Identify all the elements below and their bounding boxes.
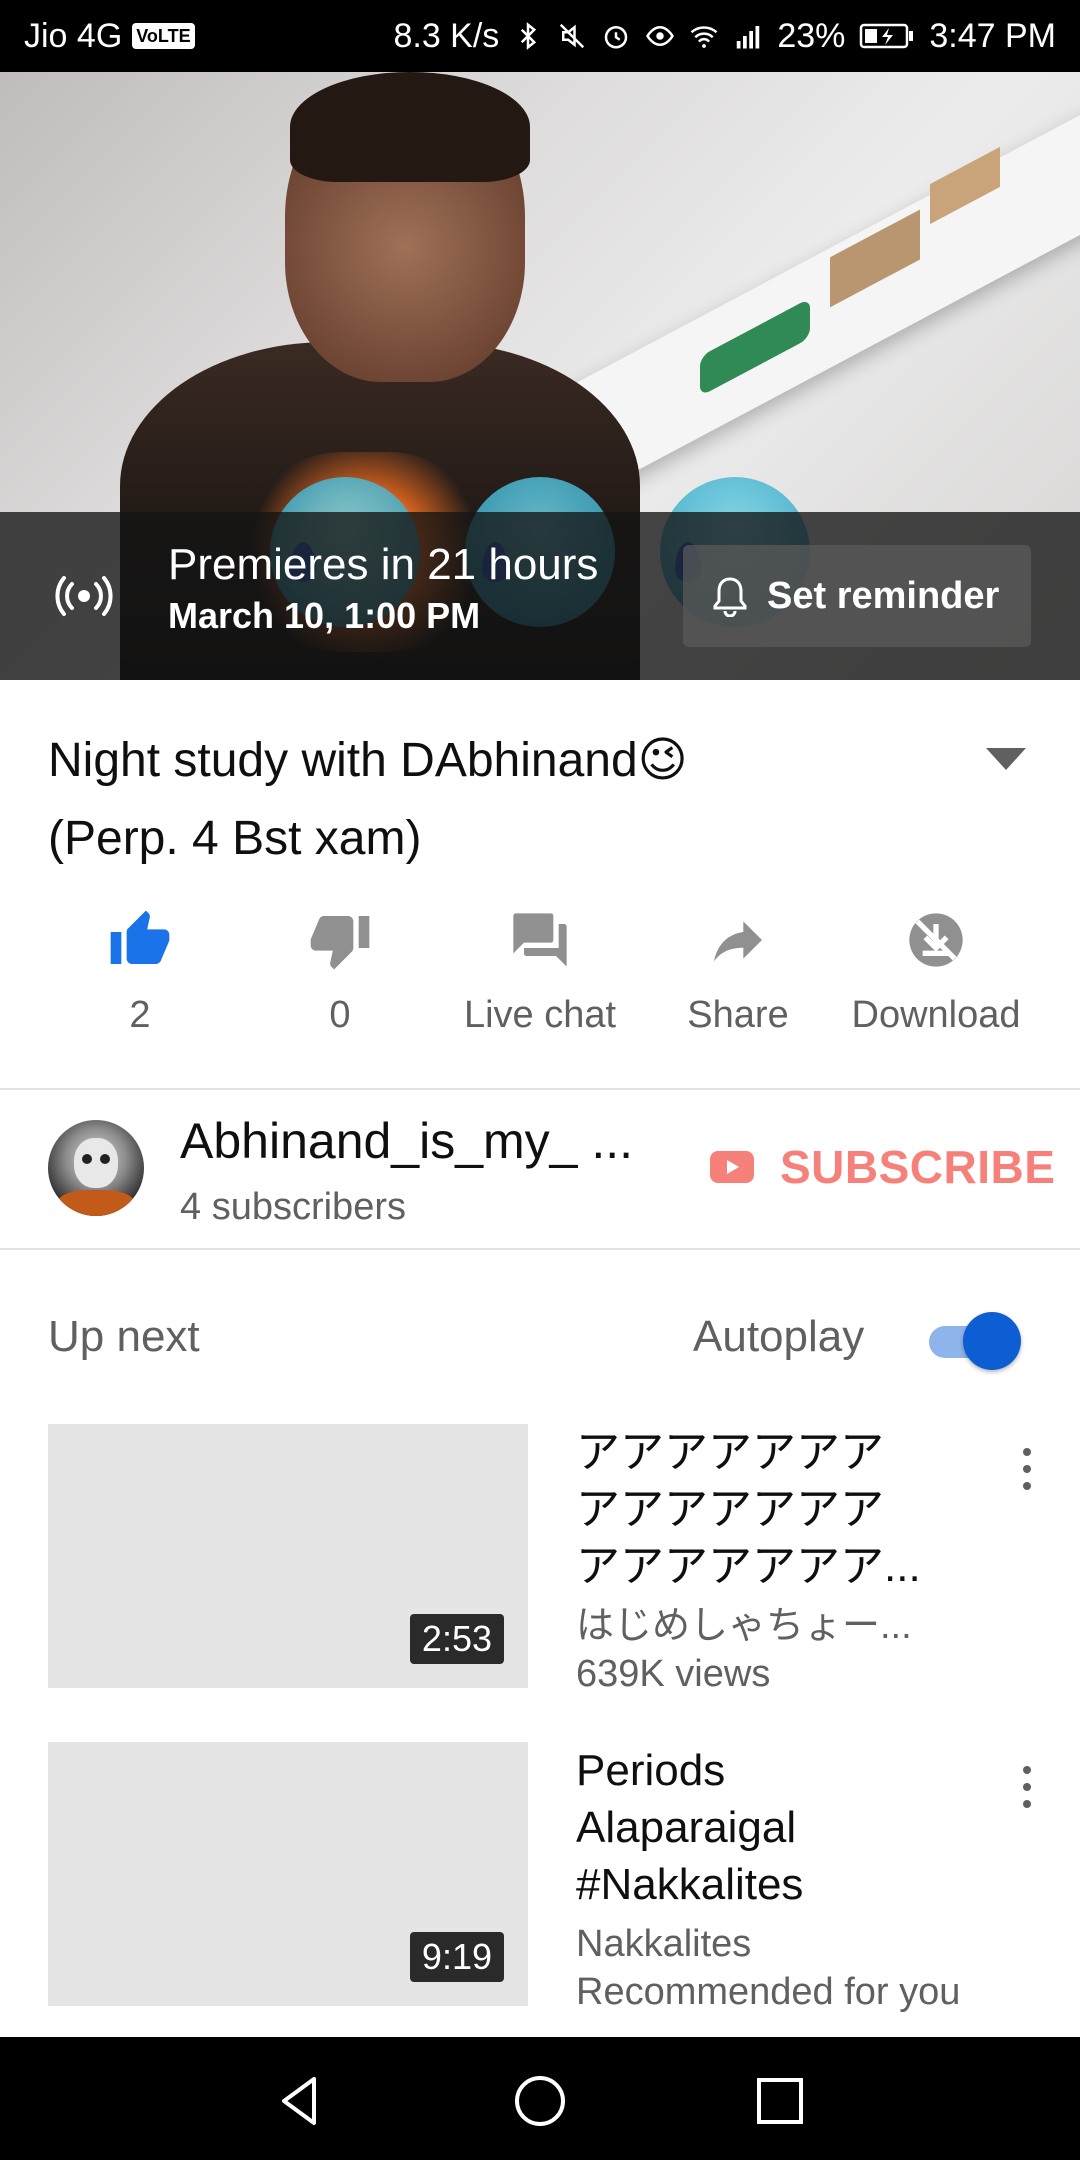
back-icon[interactable] (270, 2071, 330, 2131)
bell-icon (713, 577, 747, 617)
up-next-heading: Up next (48, 1312, 200, 1361)
video-frame-person-hair (290, 72, 530, 182)
title-line: #Nakkalites (576, 1860, 804, 1909)
video-duration: 9:19 (409, 1932, 504, 1982)
divider (0, 1088, 1080, 1090)
video-title-line1: Night study with DAbhinand😉 (48, 734, 688, 787)
dislike-button[interactable]: 0 (240, 908, 440, 1037)
divider (0, 1248, 1080, 1250)
chat-icon (513, 913, 567, 967)
live-chat-button[interactable]: Live chat (440, 908, 640, 1037)
share-button[interactable]: Share (638, 908, 838, 1037)
video-channel: はじめしゃちょー... (576, 1605, 912, 1647)
video-frame-objects (660, 126, 1020, 457)
set-reminder-button[interactable]: Set reminder (683, 545, 1031, 647)
video-recommendation-note: Recommended for you (576, 1971, 961, 2013)
subscribe-label: SUBSCRIBE (780, 1141, 1056, 1193)
video-channel: Nakkalites (576, 1923, 752, 1965)
download-disabled-icon (909, 913, 963, 967)
video-item-title: Periods Alaparaigal #Nakkalites (576, 1742, 956, 1913)
video-title[interactable]: Night study with DAbhinand😉 (Perp. 4 Bst… (48, 722, 948, 878)
dislike-count: 0 (329, 994, 351, 1036)
signal-icon (737, 26, 760, 49)
clock: 3:47 PM (929, 16, 1056, 55)
carrier-label: Jio 4G (24, 16, 123, 55)
more-vertical-icon[interactable] (1012, 1444, 1042, 1494)
premiere-countdown: Premieres in 21 hours (168, 540, 599, 589)
status-bar: Jio 4G VoLTE 8.3 K/s 23% 3:47 PM (0, 0, 1080, 72)
bluetooth-icon (521, 22, 537, 50)
battery-percent: 23% (777, 16, 846, 55)
thumbs-up-icon (110, 910, 170, 964)
volte-badge: VoLTE (132, 23, 195, 49)
set-reminder-label: Set reminder (767, 574, 1000, 617)
title-line: Alaparaigal (576, 1803, 797, 1852)
title-line: アアアアアアア (576, 1428, 884, 1477)
video-title-line2: (Perp. 4 Bst xam) (48, 812, 422, 865)
eye-icon (646, 25, 675, 47)
thumbs-down-icon (310, 916, 370, 970)
title-line: アアアアアアア... (576, 1542, 921, 1591)
channel-avatar[interactable] (48, 1120, 144, 1216)
home-icon[interactable] (510, 2071, 570, 2131)
subscriber-count: 4 subscribers (180, 1186, 406, 1228)
list-item[interactable]: 9:19 Periods Alaparaigal #Nakkalites Nak… (0, 1742, 1080, 2013)
video-duration: 2:53 (409, 1614, 504, 1664)
title-line: Periods (576, 1746, 726, 1795)
title-line: アアアアアアア (576, 1485, 884, 1534)
video-actions-row: 2 0 Live chat Share Download (0, 908, 1080, 1048)
subscribe-button[interactable]: SUBSCRIBE (710, 1140, 1055, 1194)
download-label: Download (851, 994, 1021, 1036)
like-count: 2 (129, 994, 151, 1036)
more-vertical-icon[interactable] (1012, 1762, 1042, 1812)
recents-icon[interactable] (750, 2071, 810, 2131)
video-thumbnail[interactable]: 9:19 (48, 1742, 528, 2006)
network-speed: 8.3 K/s (393, 16, 500, 55)
video-thumbnail[interactable]: 2:53 (48, 1424, 528, 1688)
video-item-title: アアアアアアア アアアアアアア アアアアアアア... (576, 1424, 956, 1595)
wifi-icon (690, 26, 718, 48)
android-nav-bar (0, 2037, 1080, 2160)
premiere-date: March 10, 1:00 PM (168, 595, 481, 636)
mute-icon (560, 23, 585, 49)
share-label: Share (687, 994, 789, 1036)
autoplay-toggle-knob (963, 1312, 1021, 1370)
youtube-play-icon (710, 1151, 754, 1183)
autoplay-label: Autoplay (693, 1312, 865, 1361)
channel-name[interactable]: Abhinand_is_my_ ... (180, 1112, 633, 1170)
battery-icon (860, 23, 914, 49)
autoplay-toggle[interactable] (925, 1310, 1025, 1370)
live-broadcast-icon (55, 576, 113, 616)
live-chat-label: Live chat (463, 994, 617, 1036)
like-button[interactable]: 2 (40, 908, 240, 1037)
download-button[interactable]: Download (836, 908, 1036, 1037)
alarm-icon (605, 26, 628, 49)
video-views: 639K views (576, 1653, 771, 1695)
share-arrow-icon (714, 921, 762, 962)
list-item[interactable]: 2:53 アアアアアアア アアアアアアア アアアアアアア... はじめしゃちょー… (0, 1424, 1080, 1695)
expand-description-icon[interactable] (986, 748, 1026, 770)
